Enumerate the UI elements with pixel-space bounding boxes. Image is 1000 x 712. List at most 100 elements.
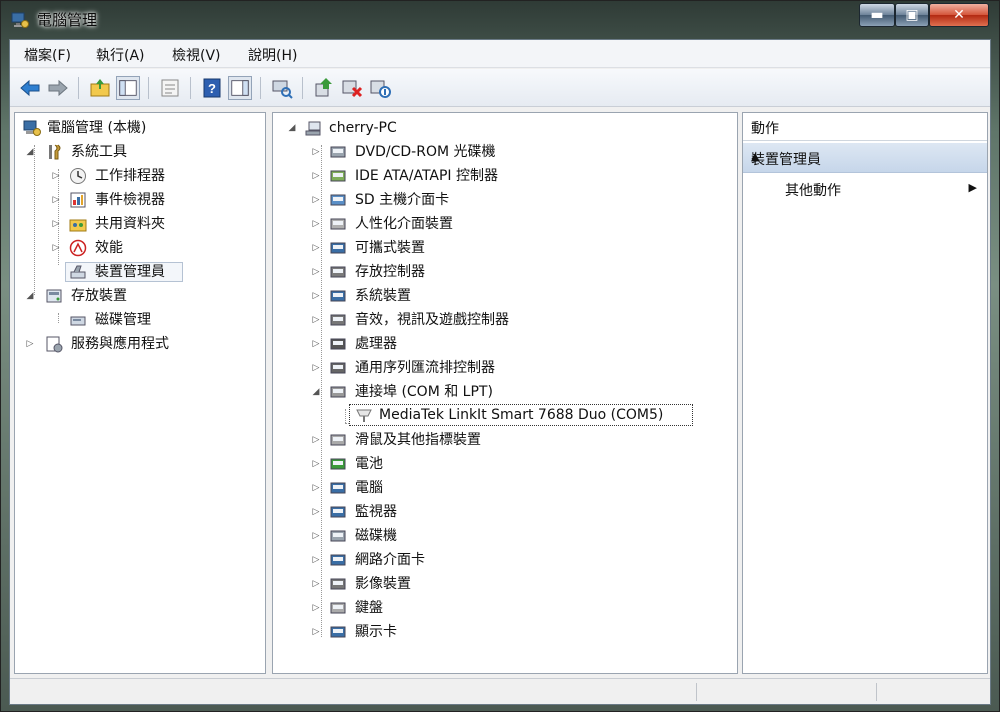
device-category-label: 磁碟機 bbox=[355, 528, 397, 544]
device-category[interactable]: ▷ 音效，視訊及遊戲控制器 bbox=[273, 309, 737, 331]
window-title: 電腦管理 bbox=[37, 11, 98, 29]
twisty-collapsed[interactable]: ▷ bbox=[51, 242, 61, 254]
device-category[interactable]: ▷ 人性化介面裝置 bbox=[273, 213, 737, 235]
device-category[interactable]: ◢ 連接埠 (COM 和 LPT) bbox=[273, 381, 737, 403]
twisty-collapsed[interactable]: ▷ bbox=[311, 170, 321, 182]
menu-help[interactable]: 說明(H) bbox=[248, 45, 297, 65]
title-bar[interactable]: 電腦管理 ▬ ▣ ✕ bbox=[1, 1, 999, 39]
twisty-collapsed[interactable]: ▷ bbox=[311, 266, 321, 278]
device-category[interactable]: ▷ 處理器 bbox=[273, 333, 737, 355]
twisty-collapsed[interactable]: ▷ bbox=[311, 578, 321, 590]
computer-management-icon bbox=[23, 120, 41, 136]
show-hide-tree-icon[interactable] bbox=[116, 76, 140, 100]
twisty-collapsed[interactable]: ▷ bbox=[51, 218, 61, 230]
twisty-collapsed[interactable]: ▷ bbox=[311, 434, 321, 446]
twisty-collapsed[interactable]: ▷ bbox=[311, 530, 321, 542]
device-category[interactable]: ▷ 影像裝置 bbox=[273, 573, 737, 595]
services-applications-icon bbox=[46, 336, 63, 353]
device-category[interactable]: ▷ 顯示卡 bbox=[273, 621, 737, 643]
device-category-label: 滑鼠及其他指標裝置 bbox=[355, 432, 481, 448]
monitor-icon bbox=[330, 506, 346, 518]
device-category[interactable]: ▷ 通用序列匯流排控制器 bbox=[273, 357, 737, 379]
event-viewer-icon bbox=[70, 192, 86, 208]
back-icon[interactable] bbox=[18, 76, 42, 100]
ide-controller-icon bbox=[330, 170, 346, 182]
device-category[interactable]: ▷ SD 主機介面卡 bbox=[273, 189, 737, 211]
device-category-label: 電池 bbox=[355, 456, 383, 472]
menu-bar: 檔案(F) 執行(A) 檢視(V) 說明(H) bbox=[10, 40, 990, 68]
twisty-collapsed[interactable]: ▷ bbox=[311, 554, 321, 566]
twisty-expanded[interactable]: ◢ bbox=[287, 122, 297, 134]
disable-device-icon[interactable] bbox=[368, 76, 392, 100]
collapse-up-icon[interactable]: ▲ bbox=[751, 150, 977, 163]
device-category[interactable]: ▷ 可攜式裝置 bbox=[273, 237, 737, 259]
device-category[interactable]: ▷ 存放控制器 bbox=[273, 261, 737, 283]
twisty-collapsed[interactable]: ▷ bbox=[311, 146, 321, 158]
twisty-collapsed[interactable]: ▷ bbox=[311, 194, 321, 206]
device-category-label: 通用序列匯流排控制器 bbox=[355, 360, 495, 376]
twisty-collapsed[interactable]: ▷ bbox=[311, 626, 321, 638]
computer-management-icon bbox=[11, 12, 29, 28]
device-category[interactable]: ▷ IDE ATA/ATAPI 控制器 bbox=[273, 165, 737, 187]
export-list-icon[interactable] bbox=[158, 76, 182, 100]
tree-item-shared-folders[interactable]: ▷ 共用資料夾 bbox=[15, 213, 265, 235]
device-root[interactable]: ◢ cherry-PC bbox=[273, 117, 737, 139]
twisty-collapsed[interactable]: ▷ bbox=[311, 482, 321, 494]
close-button[interactable]: ✕ bbox=[929, 3, 989, 27]
more-actions-item[interactable]: 其他動作 ▶ bbox=[743, 175, 987, 203]
device-category[interactable]: ▷ 滑鼠及其他指標裝置 bbox=[273, 429, 737, 451]
twisty-collapsed[interactable]: ▷ bbox=[311, 338, 321, 350]
tree-item-disk-management[interactable]: 磁碟管理 bbox=[15, 309, 265, 331]
twisty-collapsed[interactable]: ▷ bbox=[51, 170, 61, 182]
uninstall-icon[interactable] bbox=[340, 76, 364, 100]
menu-file[interactable]: 檔案(F) bbox=[24, 45, 71, 65]
twisty-expanded[interactable]: ◢ bbox=[311, 386, 321, 398]
twisty-collapsed[interactable]: ▷ bbox=[311, 242, 321, 254]
help-icon[interactable]: ? bbox=[200, 76, 224, 100]
show-action-pane-icon[interactable] bbox=[228, 76, 252, 100]
twisty-collapsed[interactable]: ▷ bbox=[311, 362, 321, 374]
twisty-collapsed[interactable]: ▷ bbox=[311, 506, 321, 518]
device-category[interactable]: ▷ 電池 bbox=[273, 453, 737, 475]
task-scheduler-icon bbox=[70, 168, 86, 184]
device-category-label: 處理器 bbox=[355, 336, 397, 352]
device-category[interactable]: ▷ 系統裝置 bbox=[273, 285, 737, 307]
update-driver-icon[interactable] bbox=[312, 76, 336, 100]
twisty-collapsed[interactable]: ▷ bbox=[311, 218, 321, 230]
actions-section-device-manager[interactable]: 裝置管理員 ▲ bbox=[743, 143, 987, 173]
device-category[interactable]: ▷ 網路介面卡 bbox=[273, 549, 737, 571]
twisty-collapsed[interactable]: ▷ bbox=[51, 194, 61, 206]
tree-item-services-applications[interactable]: ▷ 服務與應用程式 bbox=[15, 333, 265, 355]
device-category[interactable]: ▷ 鍵盤 bbox=[273, 597, 737, 619]
menu-view[interactable]: 檢視(V) bbox=[172, 45, 221, 65]
twisty-collapsed[interactable]: ▷ bbox=[311, 314, 321, 326]
hid-icon bbox=[330, 218, 346, 230]
device-category-label: 顯示卡 bbox=[355, 624, 397, 640]
device-category[interactable]: ▷ 監視器 bbox=[273, 501, 737, 523]
maximize-button[interactable]: ▣ bbox=[895, 3, 929, 27]
tree-item-system-tools[interactable]: ◢ 系統工具 bbox=[15, 141, 265, 163]
device-category[interactable]: ▷ 電腦 bbox=[273, 477, 737, 499]
twisty-expanded[interactable]: ◢ bbox=[25, 146, 35, 158]
minimize-button[interactable]: ▬ bbox=[859, 3, 895, 27]
up-folder-icon[interactable] bbox=[88, 76, 112, 100]
twisty-collapsed[interactable]: ▷ bbox=[311, 602, 321, 614]
twisty-collapsed[interactable]: ▷ bbox=[25, 338, 35, 350]
device-category[interactable]: ▷ 磁碟機 bbox=[273, 525, 737, 547]
tree-item-storage[interactable]: ◢ 存放裝置 bbox=[15, 285, 265, 307]
tree-item-task-scheduler[interactable]: ▷ 工作排程器 bbox=[15, 165, 265, 187]
device-port-child[interactable]: MediaTek LinkIt Smart 7688 Duo (COM5) bbox=[273, 404, 737, 426]
device-category-label: IDE ATA/ATAPI 控制器 bbox=[355, 168, 499, 184]
scan-hardware-icon[interactable] bbox=[270, 76, 294, 100]
twisty-collapsed[interactable]: ▷ bbox=[311, 458, 321, 470]
tree-item-performance[interactable]: ▷ 效能 bbox=[15, 237, 265, 259]
tree-item-label: 服務與應用程式 bbox=[71, 336, 169, 352]
tree-item-event-viewer[interactable]: ▷ 事件檢視器 bbox=[15, 189, 265, 211]
forward-icon[interactable] bbox=[46, 76, 70, 100]
tree-item-device-manager[interactable]: 裝置管理員 bbox=[15, 261, 265, 283]
device-category[interactable]: ▷ DVD/CD-ROM 光碟機 bbox=[273, 141, 737, 163]
twisty-collapsed[interactable]: ▷ bbox=[311, 290, 321, 302]
twisty-expanded[interactable]: ◢ bbox=[25, 290, 35, 302]
tree-item-computer-management[interactable]: 電腦管理 (本機) bbox=[15, 117, 265, 139]
menu-action[interactable]: 執行(A) bbox=[96, 45, 145, 65]
